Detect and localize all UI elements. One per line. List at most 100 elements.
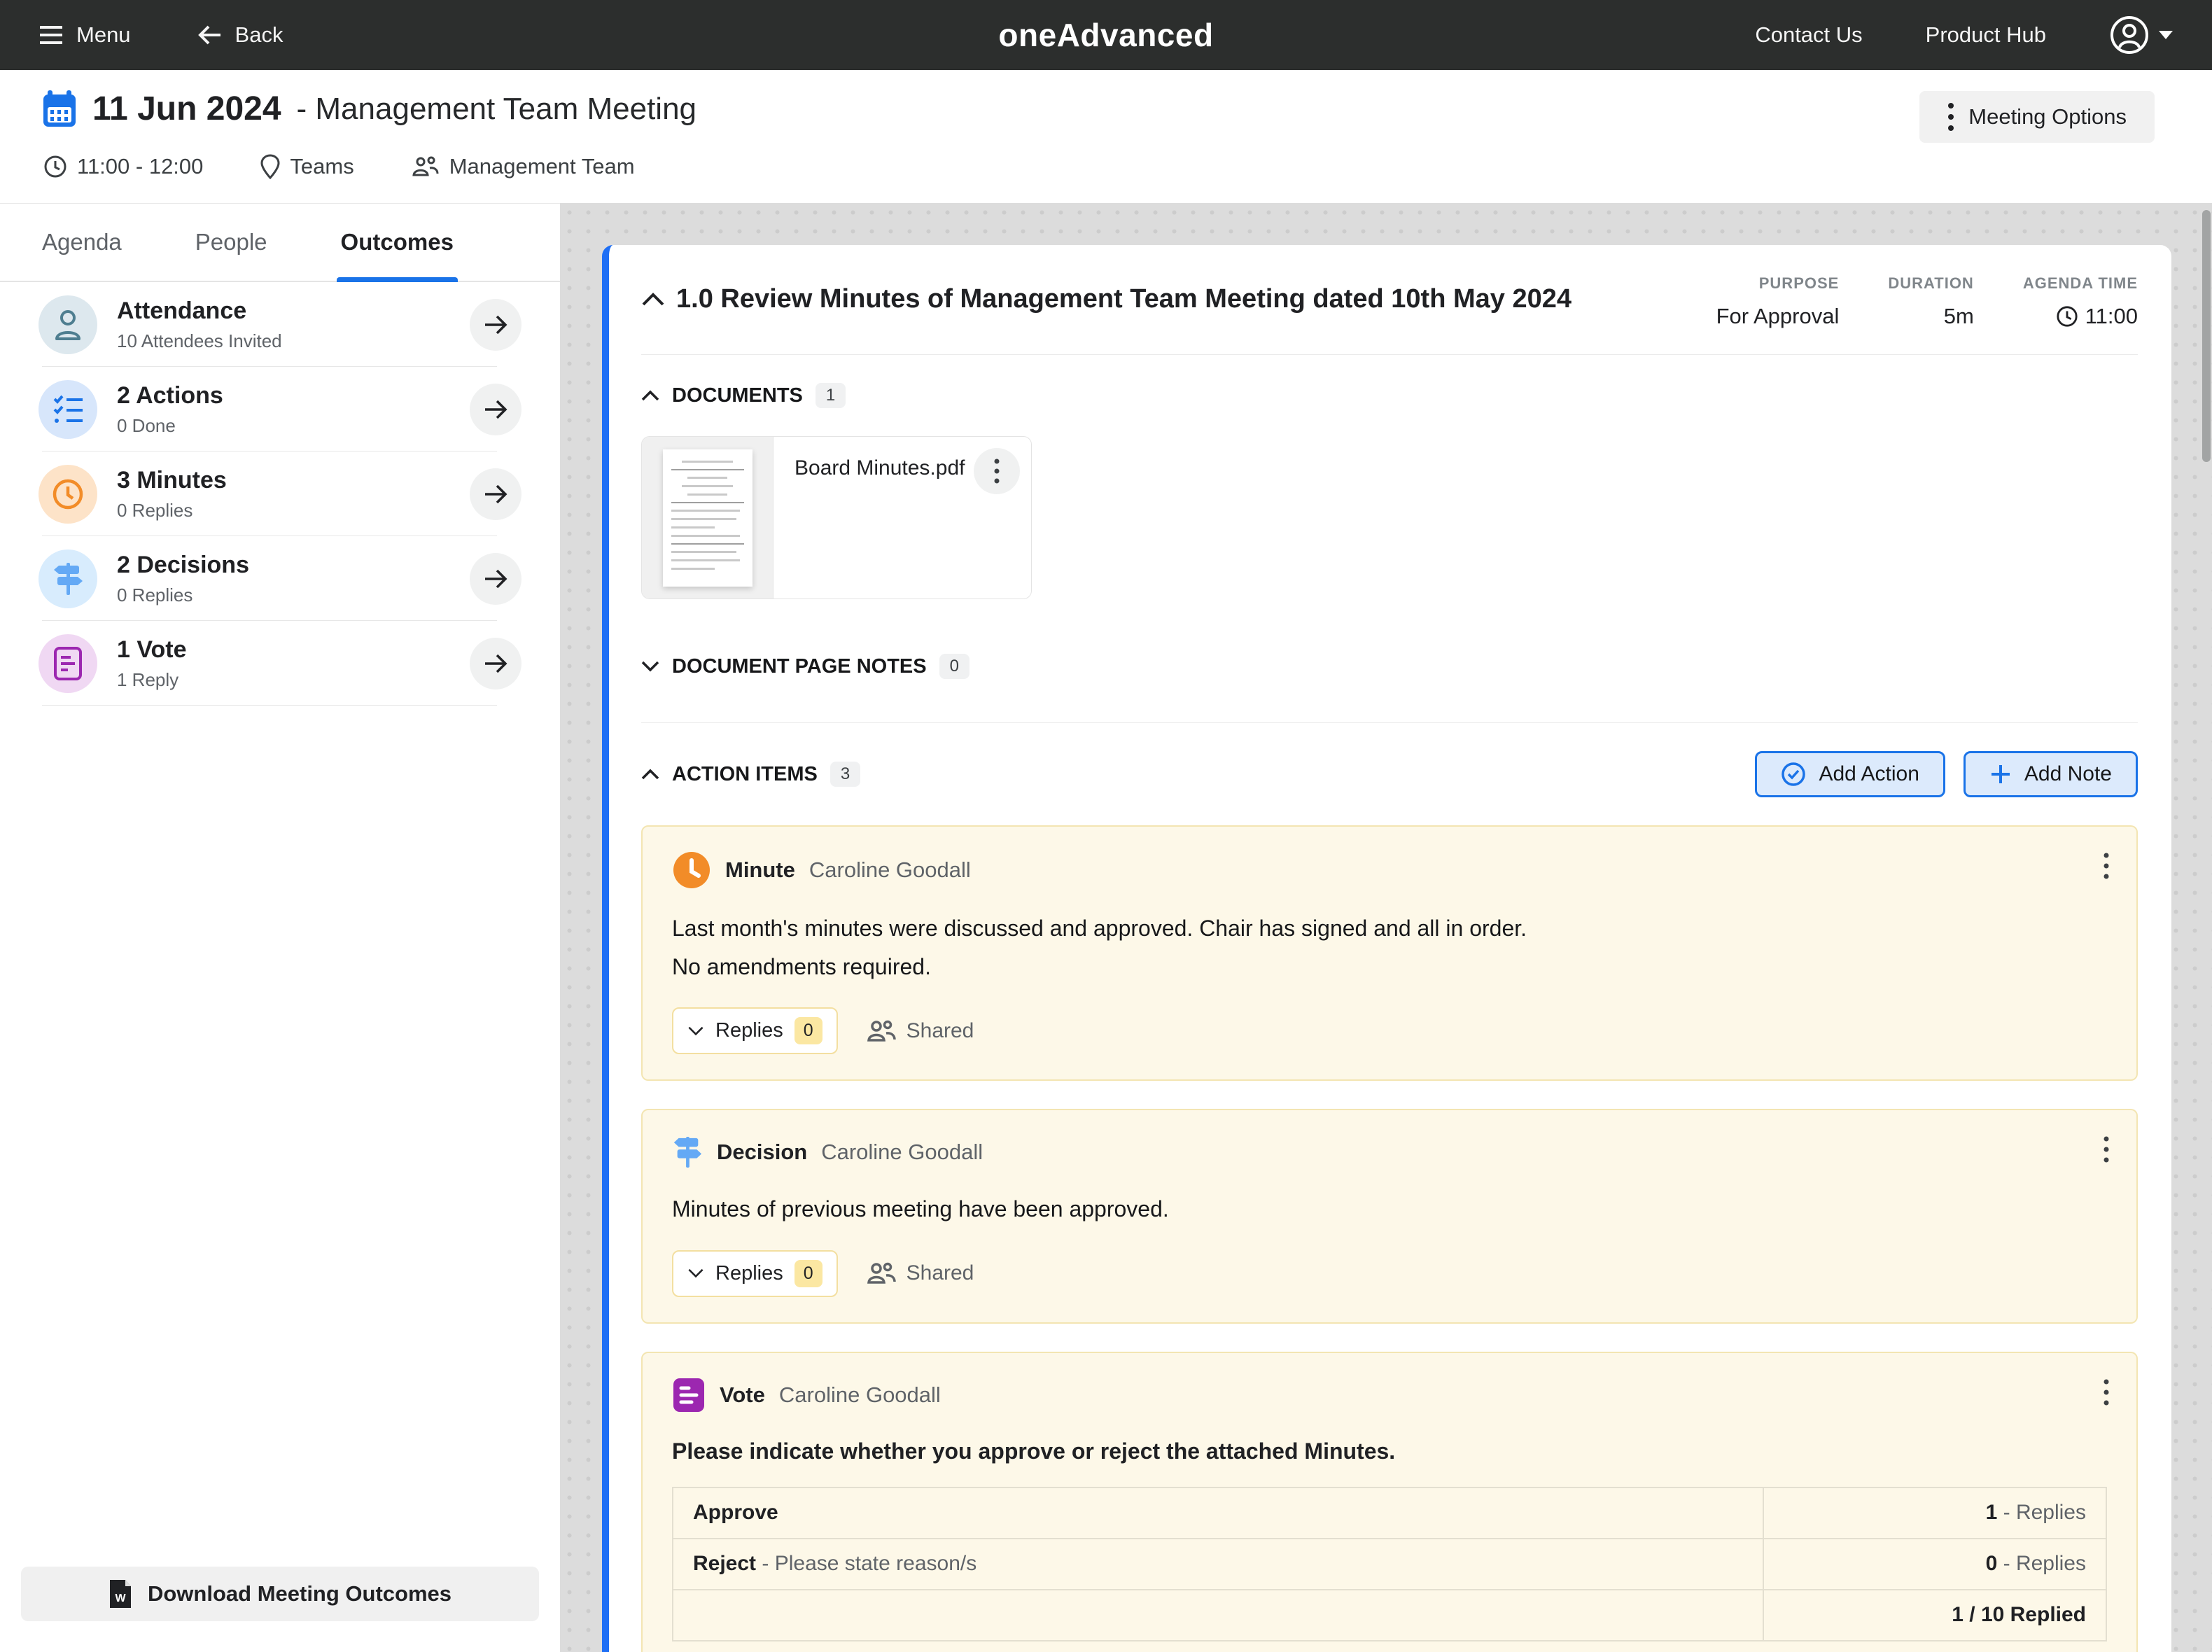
decision-shared-status: Shared: [866, 1261, 974, 1285]
tab-agenda[interactable]: Agenda: [42, 204, 122, 281]
kebab-icon: [994, 458, 1000, 484]
purpose-label: PURPOSE: [1716, 274, 1840, 293]
avatar-icon: [2109, 15, 2150, 55]
back-label: Back: [235, 22, 284, 48]
arrow-right-icon: [483, 653, 508, 674]
card-author: Caroline Goodall: [821, 1140, 983, 1165]
arrow-right-icon: [483, 568, 508, 589]
open-attendance-button[interactable]: [470, 299, 522, 351]
app-root: Menu Back oneAdvanced Contact Us Product…: [0, 0, 2212, 1652]
arrow-right-icon: [483, 314, 508, 335]
meeting-options-button[interactable]: Meeting Options: [1919, 91, 2155, 143]
vote-option-approve: Approve: [693, 1501, 778, 1524]
download-meeting-outcomes-button[interactable]: W Download Meeting Outcomes: [21, 1567, 539, 1621]
chevron-up-icon[interactable]: [641, 390, 659, 401]
open-decisions-button[interactable]: [470, 553, 522, 605]
arrow-right-icon: [483, 399, 508, 420]
document-menu-button[interactable]: [974, 448, 1020, 494]
minute-text-line2: No amendments required.: [672, 952, 2107, 982]
replies-count-badge: 0: [794, 1017, 822, 1044]
brand-logo: oneAdvanced: [998, 16, 1213, 54]
chevron-up-icon[interactable]: [641, 769, 659, 780]
clock-icon: [43, 155, 67, 178]
document-thumbnail: [663, 449, 752, 587]
card-author: Caroline Goodall: [779, 1382, 941, 1408]
vertical-scrollbar[interactable]: [2202, 210, 2211, 462]
product-hub-link[interactable]: Product Hub: [1926, 22, 2046, 48]
sidebar-item-decisions[interactable]: 2 Decisions 0 Replies: [0, 536, 560, 621]
divider: [641, 354, 2138, 355]
menu-label: Menu: [76, 22, 131, 48]
tab-outcomes[interactable]: Outcomes: [341, 204, 454, 281]
decision-replies-toggle[interactable]: Replies 0: [672, 1250, 838, 1297]
item-subtitle: 0 Replies: [117, 584, 249, 606]
vote-card: Vote Caroline Goodall Please indicate wh…: [641, 1352, 2138, 1652]
item-title: 3 Minutes: [117, 467, 227, 494]
table-row: Reject - Please state reason/s 0 - Repli…: [673, 1539, 2106, 1590]
open-vote-button[interactable]: [470, 638, 522, 690]
table-row: Approve 1 - Replies: [673, 1488, 2106, 1539]
card-type-label: Vote: [720, 1382, 765, 1408]
back-arrow-icon: [197, 24, 223, 46]
document-thumbnail-panel: [642, 437, 774, 598]
decision-text: Minutes of previous meeting have been ap…: [672, 1194, 2107, 1224]
agenda-time-label: AGENDA TIME: [2023, 274, 2138, 293]
add-action-button[interactable]: Add Action: [1755, 751, 1945, 797]
table-row: 1 / 10 Replied: [673, 1590, 2106, 1641]
collapse-item-chevron[interactable]: [641, 293, 665, 307]
plus-icon: [1989, 763, 2012, 785]
decision-menu-button[interactable]: [2089, 1128, 2124, 1170]
person-icon: [38, 295, 97, 354]
open-actions-button[interactable]: [470, 384, 522, 435]
main-area: 1.0 Review Minutes of Management Team Me…: [560, 203, 2212, 1652]
sidebar-item-attendance[interactable]: Attendance 10 Attendees Invited: [0, 282, 560, 367]
open-minutes-button[interactable]: [470, 468, 522, 520]
signpost-icon: [38, 550, 97, 608]
minute-card: Minute Caroline Goodall Last month's min…: [641, 825, 2138, 1081]
approve-replies-count: 1: [1986, 1501, 1998, 1524]
minute-shared-status: Shared: [866, 1019, 974, 1043]
people-group-icon: [412, 155, 440, 178]
meeting-date: 11 Jun 2024: [92, 90, 281, 128]
sidebar: Agenda People Outcomes Attendance 10 Att…: [0, 203, 560, 1652]
vote-menu-button[interactable]: [2089, 1371, 2124, 1413]
minute-text-line1: Last month's minutes were discussed and …: [672, 913, 2107, 944]
item-subtitle: 10 Attendees Invited: [117, 330, 282, 352]
tab-people[interactable]: People: [195, 204, 267, 281]
chevron-down-icon[interactable]: [641, 661, 659, 672]
page-header: 11 Jun 2024 - Management Team Meeting 11…: [0, 70, 2212, 203]
minute-replies-toggle[interactable]: Replies 0: [672, 1007, 838, 1054]
caret-down-icon: [2158, 30, 2174, 40]
decision-card: Decision Caroline Goodall Minutes of pre…: [641, 1109, 2138, 1323]
account-menu-button[interactable]: [2109, 15, 2174, 55]
page-notes-count-badge: 0: [939, 654, 969, 679]
chevron-down-icon: [687, 1268, 704, 1278]
agenda-item-title: 1.0 Review Minutes of Management Team Me…: [676, 284, 1572, 314]
agenda-time-block: AGENDA TIME 11:00: [2023, 274, 2138, 329]
reject-replies-count: 0: [1986, 1552, 1998, 1575]
duration-label: DURATION: [1888, 274, 1973, 293]
sidebar-item-vote[interactable]: 1 Vote 1 Reply: [0, 621, 560, 706]
card-type-label: Minute: [725, 858, 795, 883]
meeting-team: Management Team: [412, 154, 635, 179]
sidebar-item-minutes[interactable]: 3 Minutes 0 Replies: [0, 451, 560, 536]
document-card[interactable]: Board Minutes.pdf: [641, 436, 1032, 599]
add-note-button[interactable]: Add Note: [1963, 751, 2138, 797]
people-group-icon: [866, 1261, 897, 1285]
documents-count-badge: 1: [816, 383, 846, 408]
sidebar-tabs: Agenda People Outcomes: [0, 204, 560, 282]
page-notes-label: DOCUMENT PAGE NOTES: [672, 655, 927, 678]
minute-clock-icon: [672, 850, 711, 890]
minute-menu-button[interactable]: [2089, 845, 2124, 887]
sidebar-item-actions[interactable]: 2 Actions 0 Done: [0, 367, 560, 451]
back-button[interactable]: Back: [197, 22, 284, 48]
contact-us-link[interactable]: Contact Us: [1755, 22, 1862, 48]
kebab-icon: [2104, 1379, 2109, 1406]
meeting-title: - Management Team Meeting: [297, 92, 696, 127]
ballot-icon: [38, 634, 97, 693]
location-pin-icon: [260, 154, 280, 179]
documents-section-header: DOCUMENTS 1: [641, 383, 2138, 408]
vote-option-reject: Reject: [693, 1552, 756, 1575]
purpose-block: PURPOSE For Approval: [1716, 274, 1840, 329]
menu-button[interactable]: Menu: [38, 22, 131, 48]
